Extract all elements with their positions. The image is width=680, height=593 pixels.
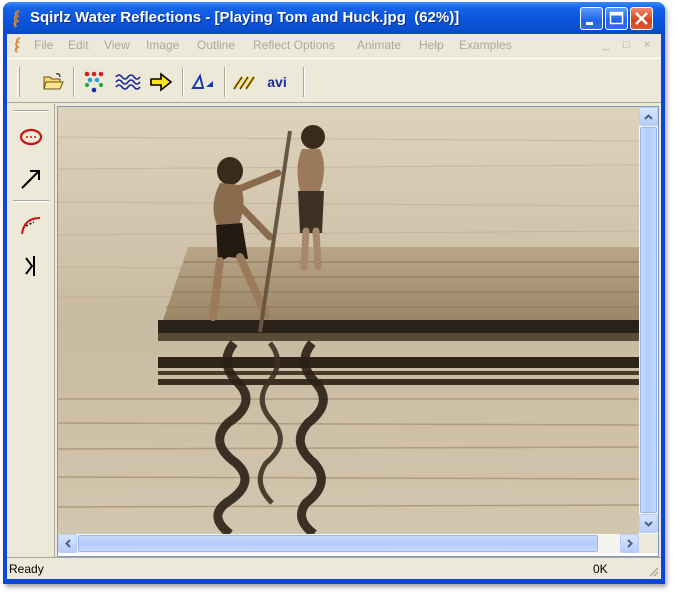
toolbar-separator xyxy=(73,67,75,97)
perspective-button[interactable] xyxy=(189,69,217,95)
yellow-arrow-icon xyxy=(150,72,173,92)
ellipse-tool-icon xyxy=(19,128,43,146)
menu-file[interactable]: File xyxy=(34,38,53,52)
chevron-up-icon xyxy=(644,113,653,120)
minimize-button[interactable] xyxy=(580,7,603,30)
ripple-button[interactable] xyxy=(80,69,108,95)
scroll-up-button[interactable] xyxy=(639,107,658,126)
scroll-right-button[interactable] xyxy=(620,534,639,553)
menu-edit[interactable]: Edit xyxy=(68,38,89,52)
close-button[interactable] xyxy=(630,7,653,30)
window-title: Sqirlz Water Reflections - [Playing Tom … xyxy=(30,9,460,26)
close-icon xyxy=(635,12,648,25)
menu-examples[interactable]: Examples xyxy=(459,38,512,52)
menu-image[interactable]: Image xyxy=(146,38,179,52)
left-toolbar xyxy=(7,104,55,557)
folder-open-icon xyxy=(43,73,64,90)
status-bar: Ready 0K xyxy=(7,557,661,579)
wave-icon xyxy=(115,74,141,90)
mdi-minimize-button[interactable]: _ xyxy=(603,39,609,51)
split-tool-icon xyxy=(25,256,35,276)
minimize-icon xyxy=(586,22,593,25)
tool-divider xyxy=(13,200,49,202)
avi-label: avi xyxy=(267,74,287,90)
mdi-close-button[interactable]: × xyxy=(644,39,650,51)
image-canvas[interactable] xyxy=(57,106,659,557)
app-window: Sqirlz Water Reflections - [Playing Tom … xyxy=(3,2,665,584)
ellipse-tool-button[interactable] xyxy=(13,118,49,156)
toolbar-separator xyxy=(303,67,305,97)
mdi-restore-button[interactable]: □ xyxy=(623,39,630,51)
open-button[interactable] xyxy=(39,69,67,95)
status-text: Ready xyxy=(9,562,44,576)
menu-animate[interactable]: Animate xyxy=(357,38,401,52)
menu-help[interactable]: Help xyxy=(419,38,444,52)
curve-tool-icon xyxy=(21,217,41,235)
menu-bar: File Edit View Image Outline Reflect Opt… xyxy=(7,34,661,56)
tool-divider xyxy=(13,110,49,112)
chevron-left-icon xyxy=(64,539,71,548)
app-squirrel-icon xyxy=(13,10,20,28)
toolbar-separator xyxy=(224,67,226,97)
maximize-icon xyxy=(609,11,624,25)
vertical-scrollbar[interactable] xyxy=(639,107,658,534)
menu-view[interactable]: View xyxy=(104,38,130,52)
animate-button[interactable] xyxy=(231,69,259,95)
wave-button[interactable] xyxy=(114,69,142,95)
vertical-scroll-thumb[interactable] xyxy=(640,127,657,513)
photo-image[interactable] xyxy=(58,107,639,534)
split-tool-button[interactable] xyxy=(13,247,49,285)
scroll-corner xyxy=(639,534,658,553)
resize-grip-icon[interactable] xyxy=(647,565,659,577)
chevron-right-icon xyxy=(626,539,633,548)
title-bar[interactable]: Sqirlz Water Reflections - [Playing Tom … xyxy=(3,2,665,34)
maximize-button[interactable] xyxy=(605,7,628,30)
client-area: File Edit View Image Outline Reflect Opt… xyxy=(7,34,661,579)
curve-tool-button[interactable] xyxy=(13,206,49,244)
toolbar-grip[interactable] xyxy=(17,67,20,97)
avi-button[interactable]: avi xyxy=(263,69,291,95)
perspective-icon xyxy=(191,73,213,89)
arrow-tool-icon xyxy=(21,170,40,189)
apply-button[interactable] xyxy=(147,69,175,95)
scroll-left-button[interactable] xyxy=(58,534,77,553)
horizontal-scrollbar[interactable] xyxy=(58,534,639,553)
horizontal-scroll-thumb[interactable] xyxy=(78,535,598,552)
memory-status: 0K xyxy=(593,562,608,576)
menu-reflect-options[interactable]: Reflect Options xyxy=(253,38,335,52)
menu-outline[interactable]: Outline xyxy=(197,38,235,52)
toolbar-separator xyxy=(182,67,184,97)
scroll-down-button[interactable] xyxy=(639,514,658,533)
toolbar: avi xyxy=(7,58,661,103)
chevron-down-icon xyxy=(644,520,653,527)
photo-scene xyxy=(58,107,639,534)
document-squirrel-icon xyxy=(14,37,21,53)
animate-lines-icon xyxy=(232,76,256,90)
dots-ripple-icon xyxy=(84,71,104,93)
arrow-tool-button[interactable] xyxy=(13,160,49,198)
